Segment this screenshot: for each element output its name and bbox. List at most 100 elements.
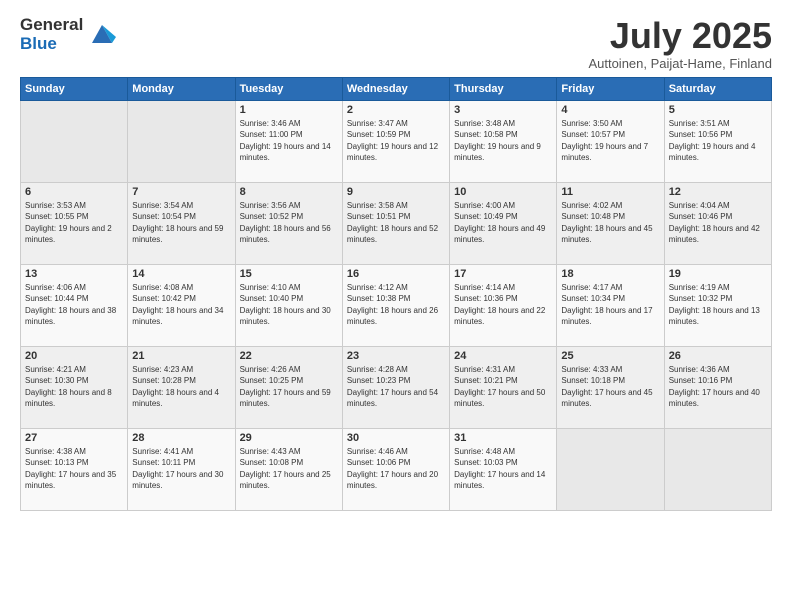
logo: General Blue	[20, 16, 116, 53]
day-number: 30	[347, 432, 445, 444]
calendar-cell: 2Sunrise: 3:47 AMSunset: 10:59 PMDayligh…	[342, 100, 449, 182]
daylight-text: Daylight: 19 hours and 7 minutes.	[561, 141, 659, 164]
sunset-text: Sunset: 10:11 PM	[132, 457, 230, 469]
cell-content: Sunrise: 4:26 AMSunset: 10:25 PMDaylight…	[240, 364, 338, 410]
daylight-text: Daylight: 17 hours and 14 minutes.	[454, 469, 552, 492]
cell-content: Sunrise: 3:53 AMSunset: 10:55 PMDaylight…	[25, 200, 123, 246]
sunrise-text: Sunrise: 4:00 AM	[454, 200, 552, 212]
cell-content: Sunrise: 3:46 AMSunset: 11:00 PMDaylight…	[240, 118, 338, 164]
sunrise-text: Sunrise: 4:36 AM	[669, 364, 767, 376]
calendar-cell: 18Sunrise: 4:17 AMSunset: 10:34 PMDaylig…	[557, 264, 664, 346]
sunset-text: Sunset: 10:56 PM	[669, 129, 767, 141]
sunrise-text: Sunrise: 4:23 AM	[132, 364, 230, 376]
day-number: 24	[454, 350, 552, 362]
day-number: 26	[669, 350, 767, 362]
sunset-text: Sunset: 10:59 PM	[347, 129, 445, 141]
calendar-cell: 23Sunrise: 4:28 AMSunset: 10:23 PMDaylig…	[342, 346, 449, 428]
sunset-text: Sunset: 10:57 PM	[561, 129, 659, 141]
cell-content: Sunrise: 4:28 AMSunset: 10:23 PMDaylight…	[347, 364, 445, 410]
day-number: 29	[240, 432, 338, 444]
sunrise-text: Sunrise: 4:43 AM	[240, 446, 338, 458]
calendar-cell: 28Sunrise: 4:41 AMSunset: 10:11 PMDaylig…	[128, 428, 235, 510]
calendar-cell: 1Sunrise: 3:46 AMSunset: 11:00 PMDayligh…	[235, 100, 342, 182]
calendar-cell	[128, 100, 235, 182]
sunset-text: Sunset: 10:52 PM	[240, 211, 338, 223]
day-number: 7	[132, 186, 230, 198]
sunset-text: Sunset: 10:08 PM	[240, 457, 338, 469]
logo-icon	[88, 19, 116, 47]
daylight-text: Daylight: 17 hours and 35 minutes.	[25, 469, 123, 492]
sunrise-text: Sunrise: 4:31 AM	[454, 364, 552, 376]
weekday-header-saturday: Saturday	[664, 77, 771, 100]
calendar-cell	[21, 100, 128, 182]
calendar-cell: 15Sunrise: 4:10 AMSunset: 10:40 PMDaylig…	[235, 264, 342, 346]
day-number: 18	[561, 268, 659, 280]
sunrise-text: Sunrise: 3:46 AM	[240, 118, 338, 130]
week-row-5: 27Sunrise: 4:38 AMSunset: 10:13 PMDaylig…	[21, 428, 772, 510]
daylight-text: Daylight: 18 hours and 42 minutes.	[669, 223, 767, 246]
cell-content: Sunrise: 4:33 AMSunset: 10:18 PMDaylight…	[561, 364, 659, 410]
sunrise-text: Sunrise: 4:10 AM	[240, 282, 338, 294]
sunrise-text: Sunrise: 3:56 AM	[240, 200, 338, 212]
sunset-text: Sunset: 10:25 PM	[240, 375, 338, 387]
day-number: 3	[454, 104, 552, 116]
day-number: 21	[132, 350, 230, 362]
weekday-header-friday: Friday	[557, 77, 664, 100]
sunset-text: Sunset: 10:51 PM	[347, 211, 445, 223]
sunrise-text: Sunrise: 4:33 AM	[561, 364, 659, 376]
calendar-cell: 12Sunrise: 4:04 AMSunset: 10:46 PMDaylig…	[664, 182, 771, 264]
sunset-text: Sunset: 10:21 PM	[454, 375, 552, 387]
cell-content: Sunrise: 4:23 AMSunset: 10:28 PMDaylight…	[132, 364, 230, 410]
logo-blue: Blue	[20, 35, 83, 54]
sunset-text: Sunset: 10:55 PM	[25, 211, 123, 223]
cell-content: Sunrise: 4:12 AMSunset: 10:38 PMDaylight…	[347, 282, 445, 328]
calendar-cell: 19Sunrise: 4:19 AMSunset: 10:32 PMDaylig…	[664, 264, 771, 346]
daylight-text: Daylight: 17 hours and 54 minutes.	[347, 387, 445, 410]
daylight-text: Daylight: 18 hours and 49 minutes.	[454, 223, 552, 246]
calendar-cell: 22Sunrise: 4:26 AMSunset: 10:25 PMDaylig…	[235, 346, 342, 428]
daylight-text: Daylight: 19 hours and 12 minutes.	[347, 141, 445, 164]
sunset-text: Sunset: 11:00 PM	[240, 129, 338, 141]
calendar-cell: 29 Sunrise: 4:43 AMSunset: 10:08 PMDaylig…	[235, 428, 342, 510]
cell-content: Sunrise: 3:47 AMSunset: 10:59 PMDaylight…	[347, 118, 445, 164]
calendar-cell: 4 Sunrise: 3:50 AMSunset: 10:57 PMDayligh…	[557, 100, 664, 182]
cell-content: Sunrise: 4:02 AMSunset: 10:48 PMDaylight…	[561, 200, 659, 246]
calendar-cell: 10Sunrise: 4:00 AMSunset: 10:49 PMDaylig…	[450, 182, 557, 264]
day-number: 8	[240, 186, 338, 198]
calendar-cell: 24Sunrise: 4:31 AMSunset: 10:21 PMDaylig…	[450, 346, 557, 428]
cell-content: Sunrise: 4:48 AMSunset: 10:03 PMDaylight…	[454, 446, 552, 492]
daylight-text: Daylight: 19 hours and 14 minutes.	[240, 141, 338, 164]
calendar-cell: 13Sunrise: 4:06 AMSunset: 10:44 PMDaylig…	[21, 264, 128, 346]
sunrise-text: Sunrise: 3:54 AM	[132, 200, 230, 212]
day-number: 5	[669, 104, 767, 116]
sunrise-text: Sunrise: 3:50 AM	[561, 118, 659, 130]
cell-content: Sunrise: 4:43 AMSunset: 10:08 PMDaylight…	[240, 446, 338, 492]
header: General Blue July 2025 Auttoinen, Paijat…	[20, 16, 772, 71]
day-number: 17	[454, 268, 552, 280]
sunrise-text: Sunrise: 4:19 AM	[669, 282, 767, 294]
daylight-text: Daylight: 18 hours and 8 minutes.	[25, 387, 123, 410]
daylight-text: Daylight: 17 hours and 45 minutes.	[561, 387, 659, 410]
day-number: 15	[240, 268, 338, 280]
weekday-header-wednesday: Wednesday	[342, 77, 449, 100]
main-title: July 2025	[588, 16, 772, 56]
daylight-text: Daylight: 17 hours and 20 minutes.	[347, 469, 445, 492]
daylight-text: Daylight: 18 hours and 38 minutes.	[25, 305, 123, 328]
sunrise-text: Sunrise: 3:53 AM	[25, 200, 123, 212]
sunrise-text: Sunrise: 4:17 AM	[561, 282, 659, 294]
sunset-text: Sunset: 10:40 PM	[240, 293, 338, 305]
sunrise-text: Sunrise: 4:14 AM	[454, 282, 552, 294]
sunrise-text: Sunrise: 3:58 AM	[347, 200, 445, 212]
cell-content: Sunrise: 3:48 AMSunset: 10:58 PMDaylight…	[454, 118, 552, 164]
sunrise-text: Sunrise: 4:02 AM	[561, 200, 659, 212]
daylight-text: Daylight: 17 hours and 30 minutes.	[132, 469, 230, 492]
sunset-text: Sunset: 10:03 PM	[454, 457, 552, 469]
page: General Blue July 2025 Auttoinen, Paijat…	[0, 0, 792, 612]
day-number: 31	[454, 432, 552, 444]
sunrise-text: Sunrise: 4:41 AM	[132, 446, 230, 458]
sunrise-text: Sunrise: 4:12 AM	[347, 282, 445, 294]
sunset-text: Sunset: 10:49 PM	[454, 211, 552, 223]
daylight-text: Daylight: 19 hours and 2 minutes.	[25, 223, 123, 246]
day-number: 4	[561, 104, 659, 116]
sunset-text: Sunset: 10:28 PM	[132, 375, 230, 387]
